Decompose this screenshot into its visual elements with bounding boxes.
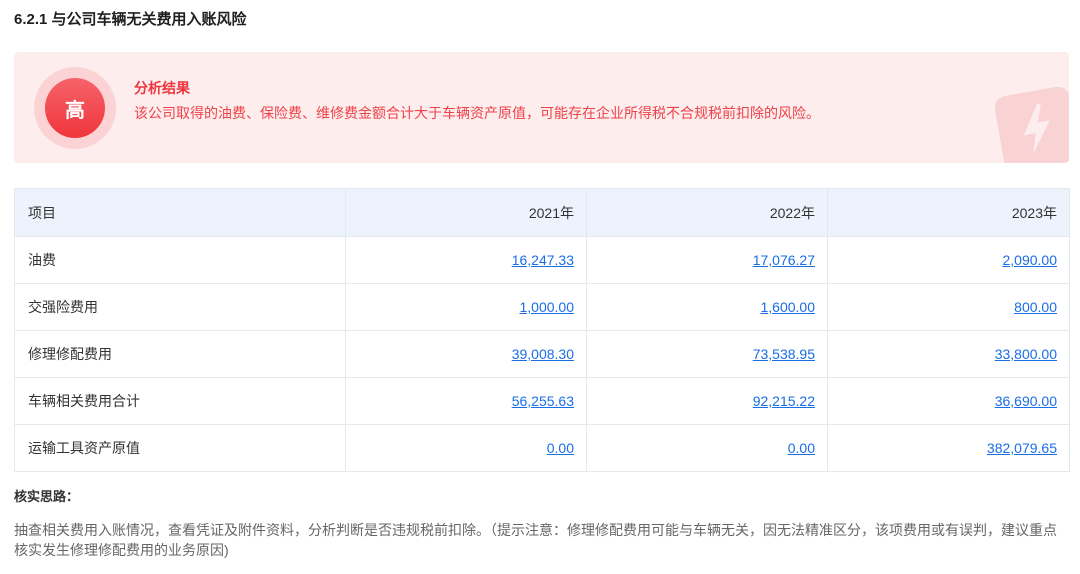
row-label: 运输工具资产原值 bbox=[14, 424, 346, 472]
value-link[interactable]: 0.00 bbox=[788, 440, 815, 456]
value-link[interactable]: 2,090.00 bbox=[1003, 252, 1058, 268]
table-header-row: 项目 2021年 2022年 2023年 bbox=[14, 188, 1070, 237]
lightning-icon bbox=[995, 86, 1069, 163]
value-link[interactable]: 56,255.63 bbox=[512, 393, 574, 409]
value-link[interactable]: 39,008.30 bbox=[512, 346, 574, 362]
column-header-2023: 2023年 bbox=[827, 188, 1070, 237]
vehicle-expense-table: 项目 2021年 2022年 2023年 油费 16,247.33 17,076… bbox=[14, 188, 1070, 472]
table-row: 车辆相关费用合计 56,255.63 92,215.22 36,690.00 bbox=[14, 377, 1070, 425]
verification-text: 抽查相关费用入账情况，查看凭证及附件资料，分析判断是否违规税前扣除。（提示注意：… bbox=[14, 522, 1057, 558]
value-link[interactable]: 92,215.22 bbox=[753, 393, 815, 409]
row-label: 车辆相关费用合计 bbox=[14, 377, 346, 425]
risk-level-text: 高 bbox=[45, 78, 105, 138]
risk-level-badge: 高 bbox=[34, 67, 116, 149]
column-header-item: 项目 bbox=[14, 188, 346, 237]
value-link[interactable]: 800.00 bbox=[1014, 299, 1057, 315]
verification-heading: 核实思路： bbox=[14, 489, 80, 504]
value-link[interactable]: 382,079.65 bbox=[987, 440, 1057, 456]
value-link[interactable]: 17,076.27 bbox=[753, 252, 815, 268]
row-label: 修理修配费用 bbox=[14, 330, 346, 378]
row-label: 油费 bbox=[14, 236, 346, 284]
value-link[interactable]: 73,538.95 bbox=[753, 346, 815, 362]
value-link[interactable]: 0.00 bbox=[547, 440, 574, 456]
column-header-2021: 2021年 bbox=[345, 188, 587, 237]
value-link[interactable]: 33,800.00 bbox=[995, 346, 1057, 362]
value-link[interactable]: 1,000.00 bbox=[520, 299, 575, 315]
row-label: 交强险费用 bbox=[14, 283, 346, 331]
risk-alert-panel: 高 分析结果 该公司取得的油费、保险费、维修费金额合计大于车辆资产原值，可能存在… bbox=[14, 52, 1069, 163]
section-title: 6.2.1 与公司车辆无关费用入账风险 bbox=[14, 11, 247, 28]
analysis-result-heading: 分析结果 bbox=[134, 80, 190, 96]
column-header-2022: 2022年 bbox=[586, 188, 828, 237]
value-link[interactable]: 16,247.33 bbox=[512, 252, 574, 268]
table-row: 运输工具资产原值 0.00 0.00 382,079.65 bbox=[14, 424, 1070, 472]
analysis-result-message: 该公司取得的油费、保险费、维修费金额合计大于车辆资产原值，可能存在企业所得税不合… bbox=[134, 105, 820, 121]
table-row: 修理修配费用 39,008.30 73,538.95 33,800.00 bbox=[14, 330, 1070, 378]
value-link[interactable]: 36,690.00 bbox=[995, 393, 1057, 409]
table-row: 油费 16,247.33 17,076.27 2,090.00 bbox=[14, 236, 1070, 284]
table-row: 交强险费用 1,000.00 1,600.00 800.00 bbox=[14, 283, 1070, 331]
value-link[interactable]: 1,600.00 bbox=[761, 299, 816, 315]
